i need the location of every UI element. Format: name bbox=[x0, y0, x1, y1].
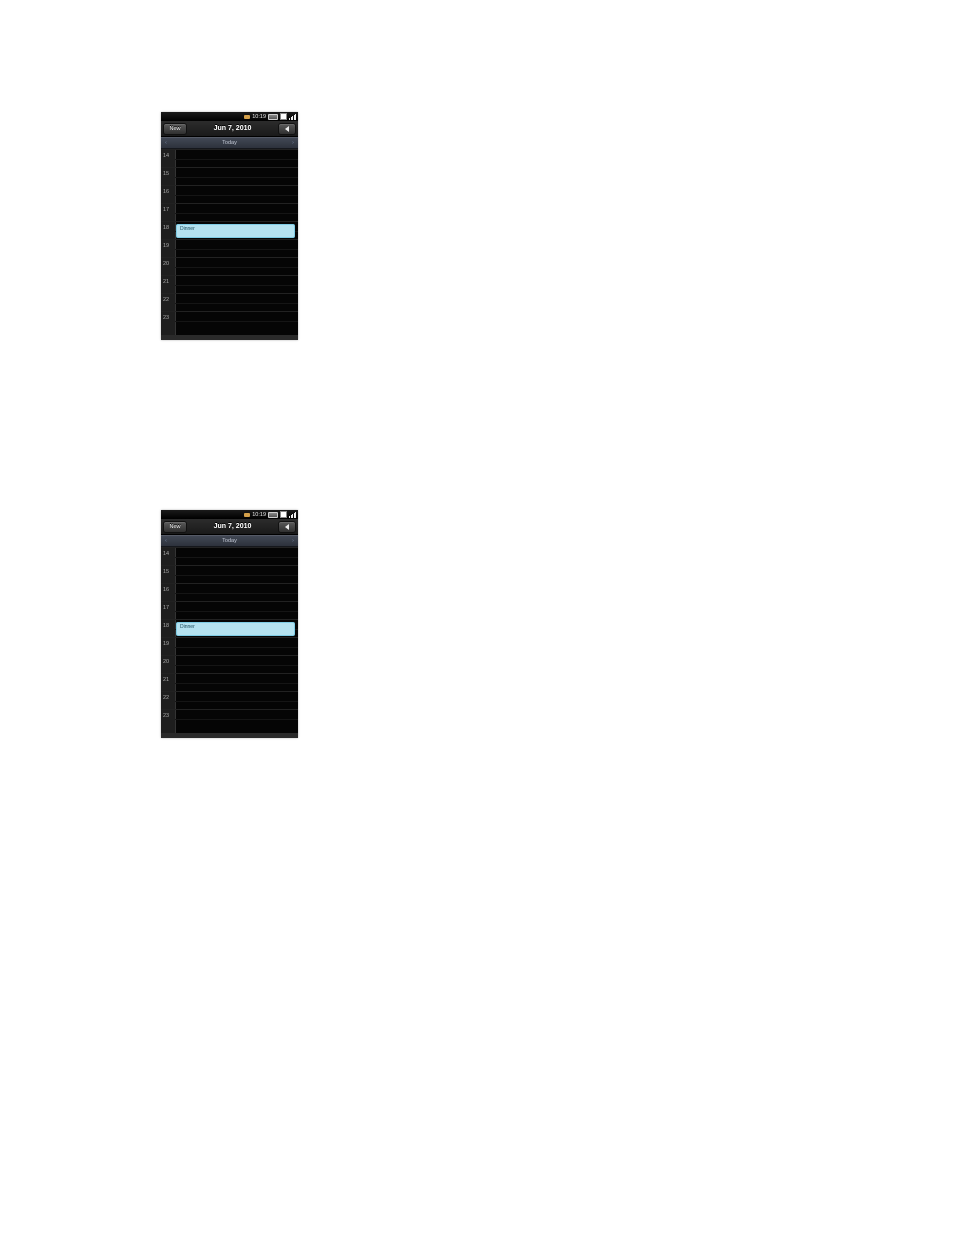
half-hour-line bbox=[175, 557, 298, 558]
half-hour-line bbox=[175, 665, 298, 666]
hour-label: 17 bbox=[161, 602, 177, 611]
today-label[interactable]: Today bbox=[171, 538, 288, 544]
hour-row[interactable]: 14 bbox=[161, 547, 298, 565]
battery-icon bbox=[268, 512, 278, 518]
event-title: Dinner bbox=[180, 226, 195, 232]
battery-icon bbox=[268, 114, 278, 120]
hour-label: 22 bbox=[161, 294, 177, 303]
bottom-strip bbox=[161, 733, 298, 738]
hour-label: 15 bbox=[161, 566, 177, 575]
calendar-event[interactable]: Dinner bbox=[176, 224, 295, 238]
status-time: 10:19 bbox=[252, 114, 266, 120]
calendar-event[interactable]: Dinner bbox=[176, 622, 295, 636]
hour-label: 18 bbox=[161, 620, 177, 629]
half-hour-line bbox=[175, 177, 298, 178]
mail-icon bbox=[244, 115, 250, 119]
half-hour-line bbox=[175, 195, 298, 196]
status-bar: 10:19 bbox=[161, 112, 298, 121]
half-hour-line bbox=[175, 719, 298, 720]
hour-row[interactable]: 22 bbox=[161, 691, 298, 709]
half-hour-line bbox=[175, 593, 298, 594]
today-bar: ‹Today› bbox=[161, 535, 298, 547]
hour-row[interactable]: 14 bbox=[161, 149, 298, 167]
next-day-button[interactable]: › bbox=[288, 140, 298, 146]
hour-row[interactable]: 15 bbox=[161, 167, 298, 185]
half-hour-line bbox=[175, 267, 298, 268]
half-hour-line bbox=[175, 303, 298, 304]
hour-row[interactable]: 20 bbox=[161, 655, 298, 673]
hour-row[interactable]: 23 bbox=[161, 311, 298, 329]
back-button[interactable] bbox=[278, 521, 296, 533]
half-hour-line bbox=[175, 575, 298, 576]
hour-label: 16 bbox=[161, 584, 177, 593]
hour-row[interactable]: 19 bbox=[161, 637, 298, 655]
half-hour-line bbox=[175, 683, 298, 684]
new-button[interactable]: New bbox=[163, 123, 187, 135]
half-hour-line bbox=[175, 647, 298, 648]
hour-label: 19 bbox=[161, 638, 177, 647]
phone-screen: 10:19NewJun 7, 2010‹Today›14151617181920… bbox=[161, 112, 298, 340]
hour-row[interactable]: 22 bbox=[161, 293, 298, 311]
hour-row[interactable]: 20 bbox=[161, 257, 298, 275]
chevron-left-icon bbox=[285, 524, 289, 530]
half-hour-line bbox=[175, 213, 298, 214]
hour-label: 22 bbox=[161, 692, 177, 701]
hour-row[interactable]: 21 bbox=[161, 275, 298, 293]
hour-label: 14 bbox=[161, 548, 177, 557]
hour-label: 21 bbox=[161, 276, 177, 285]
date-title: Jun 7, 2010 bbox=[187, 523, 278, 530]
new-button[interactable]: New bbox=[163, 521, 187, 533]
signal-icon bbox=[289, 114, 296, 120]
back-button[interactable] bbox=[278, 123, 296, 135]
status-square-icon bbox=[280, 113, 287, 120]
status-time: 10:19 bbox=[252, 512, 266, 518]
hour-label: 21 bbox=[161, 674, 177, 683]
hour-row[interactable]: 21 bbox=[161, 673, 298, 691]
calendar-header: NewJun 7, 2010 bbox=[161, 121, 298, 137]
day-grid[interactable]: 14 15 16 17 18 19 20 21 22 23 Dinner bbox=[161, 547, 298, 738]
calendar-header: NewJun 7, 2010 bbox=[161, 519, 298, 535]
status-square-icon bbox=[280, 511, 287, 518]
hour-row[interactable]: 15 bbox=[161, 565, 298, 583]
today-bar: ‹Today› bbox=[161, 137, 298, 149]
hour-label: 14 bbox=[161, 150, 177, 159]
hour-label: 20 bbox=[161, 656, 177, 665]
half-hour-line bbox=[175, 701, 298, 702]
hour-label: 23 bbox=[161, 312, 177, 321]
half-hour-line bbox=[175, 159, 298, 160]
bottom-strip bbox=[161, 335, 298, 340]
hour-label: 20 bbox=[161, 258, 177, 267]
half-hour-line bbox=[175, 321, 298, 322]
mail-icon bbox=[244, 513, 250, 517]
hour-row[interactable]: 19 bbox=[161, 239, 298, 257]
day-grid[interactable]: 14 15 16 17 18 19 20 21 22 23 Dinner bbox=[161, 149, 298, 340]
half-hour-line bbox=[175, 249, 298, 250]
hour-row[interactable]: 17 bbox=[161, 203, 298, 221]
hour-row[interactable]: 16 bbox=[161, 185, 298, 203]
phone-screen: 10:19NewJun 7, 2010‹Today›14151617181920… bbox=[161, 510, 298, 738]
signal-icon bbox=[289, 512, 296, 518]
hour-label: 18 bbox=[161, 222, 177, 231]
hour-label: 17 bbox=[161, 204, 177, 213]
event-title: Dinner bbox=[180, 624, 195, 630]
today-label[interactable]: Today bbox=[171, 140, 288, 146]
prev-day-button[interactable]: ‹ bbox=[161, 538, 171, 544]
next-day-button[interactable]: › bbox=[288, 538, 298, 544]
hour-label: 19 bbox=[161, 240, 177, 249]
half-hour-line bbox=[175, 611, 298, 612]
hour-row[interactable]: 16 bbox=[161, 583, 298, 601]
status-bar: 10:19 bbox=[161, 510, 298, 519]
hour-label: 15 bbox=[161, 168, 177, 177]
chevron-left-icon bbox=[285, 126, 289, 132]
date-title: Jun 7, 2010 bbox=[187, 125, 278, 132]
hour-row[interactable]: 17 bbox=[161, 601, 298, 619]
prev-day-button[interactable]: ‹ bbox=[161, 140, 171, 146]
half-hour-line bbox=[175, 285, 298, 286]
hour-label: 16 bbox=[161, 186, 177, 195]
hour-row[interactable]: 23 bbox=[161, 709, 298, 727]
hour-label: 23 bbox=[161, 710, 177, 719]
